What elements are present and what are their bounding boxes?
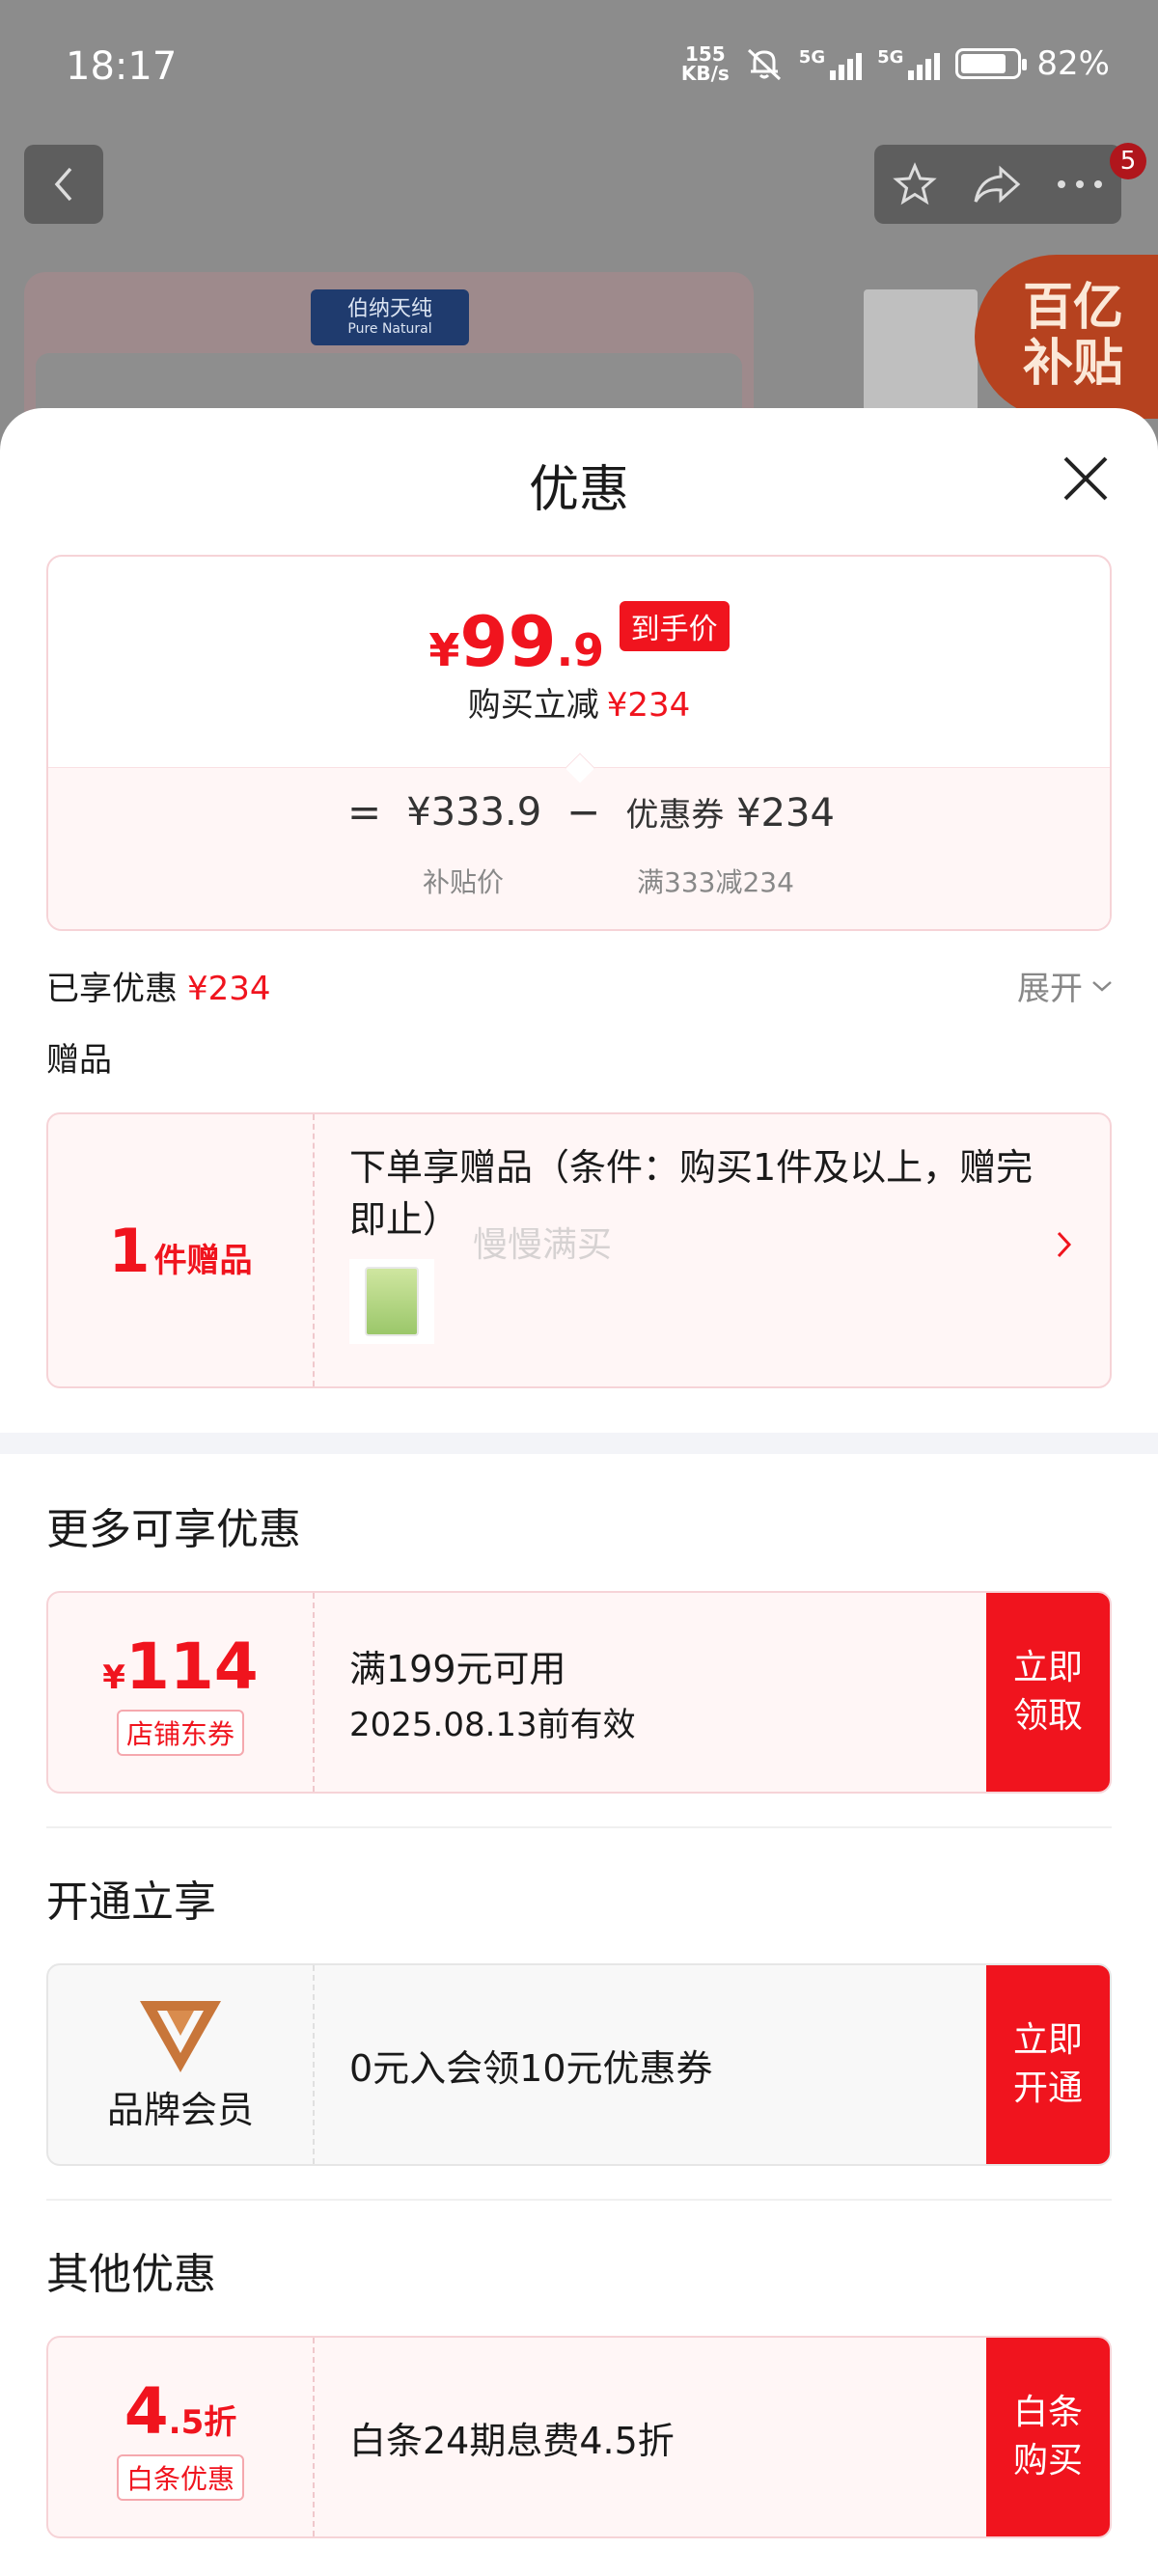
- battery-icon: [955, 48, 1028, 79]
- subsidy-badge: 百亿补贴: [975, 255, 1158, 419]
- gift-description: 下单享赠品（条件：购买1件及以上，赠完即止）: [349, 1146, 1034, 1241]
- battery-percent: 82%: [1036, 44, 1110, 83]
- store-coupon-card: ¥114 店铺东券 满199元可用 2025.08.13前有效 立即领取: [46, 1591, 1112, 1794]
- price-formula: = ¥333.9 − 优惠券 ¥234: [347, 788, 835, 836]
- signal-sim2-icon: 5G: [877, 47, 941, 80]
- share-icon[interactable]: [972, 163, 1022, 206]
- discount-sheet: 优惠 ¥99.9 到手价 购买立减 ¥234 = ¥333.9 − 优惠券 ¥23…: [0, 408, 1158, 2576]
- membership-title: 开通立享: [46, 1877, 216, 1927]
- more-icon[interactable]: [1056, 178, 1104, 190]
- claim-coupon-button[interactable]: 立即领取: [986, 1593, 1110, 1792]
- section-divider: [0, 1433, 1158, 1454]
- notification-badge: 5: [1110, 143, 1146, 179]
- coupon-amount: ¥114: [102, 1629, 259, 1704]
- divider: [46, 1826, 1112, 1828]
- network-speed: 155 KB/s: [680, 42, 730, 85]
- baitiao-tag: 白条优惠: [116, 2453, 244, 2501]
- vip-logo-icon: [140, 2000, 221, 2072]
- enjoyed-discount: 已享优惠 ¥234: [46, 970, 271, 1008]
- membership-label: 品牌会员: [106, 2088, 254, 2131]
- brand-logo: 伯纳天纯 Pure Natural: [311, 289, 469, 345]
- join-membership-button[interactable]: 立即开通: [986, 1965, 1110, 2164]
- price-card: ¥99.9 到手价 购买立减 ¥234 = ¥333.9 − 优惠券 ¥234 补…: [46, 555, 1112, 931]
- signal-sim1-icon: 5G: [799, 47, 863, 80]
- chevron-down-icon: [1092, 980, 1112, 992]
- mute-bell-icon: [747, 48, 781, 81]
- coupon-type-tag: 店铺东券: [116, 1709, 244, 1756]
- gift-section-label: 赠品: [46, 1041, 112, 1080]
- top-actions: [874, 145, 1121, 224]
- subsidy-price: ¥333.9: [406, 789, 542, 835]
- status-bar: 18:17 155 KB/s 5G 5G 82%: [0, 0, 1158, 135]
- sheet-title: 优惠: [528, 461, 629, 519]
- other-discounts-title: 其他优惠: [46, 2250, 216, 2299]
- subsidy-price-caption: 补贴价: [423, 866, 505, 898]
- chevron-right-icon: [1057, 1231, 1072, 1258]
- coupon-caption: 满333减234: [637, 866, 794, 898]
- star-icon[interactable]: [892, 161, 938, 207]
- baitiao-description: 白条24期息费4.5折: [349, 2419, 675, 2462]
- instant-discount: 购买立减 ¥234: [467, 686, 691, 725]
- status-time: 18:17: [66, 44, 178, 89]
- final-price: ¥99.9 到手价: [48, 601, 1110, 682]
- chevron-left-icon: [54, 167, 72, 202]
- coupon-validity: 2025.08.13前有效: [349, 1706, 636, 1744]
- status-icons: 155 KB/s 5G 5G 82%: [681, 44, 1110, 83]
- final-price-tag: 到手价: [619, 601, 730, 651]
- back-button[interactable]: [24, 145, 103, 224]
- gift-count: 1 件赠品: [108, 1215, 253, 1286]
- baitiao-card: 4.5折 白条优惠 白条24期息费4.5折 白条购买: [46, 2336, 1112, 2538]
- baitiao-buy-button[interactable]: 白条购买: [986, 2338, 1110, 2536]
- membership-description: 0元入会领10元优惠券: [349, 2046, 713, 2090]
- gift-image: [349, 1259, 434, 1344]
- close-icon[interactable]: [1058, 451, 1114, 507]
- coupon-condition: 满199元可用: [349, 1648, 566, 1690]
- expand-button[interactable]: 展开: [1017, 962, 1114, 1009]
- baitiao-discount: 4.5折: [124, 2373, 237, 2449]
- watermark: 慢慢满买: [473, 1225, 613, 1265]
- divider: [46, 2199, 1112, 2201]
- coupon-deduction: 优惠券 ¥234: [625, 791, 835, 836]
- more-discounts-title: 更多可享优惠: [46, 1505, 301, 1554]
- membership-card: 品牌会员 0元入会领10元优惠券 立即开通: [46, 1963, 1112, 2166]
